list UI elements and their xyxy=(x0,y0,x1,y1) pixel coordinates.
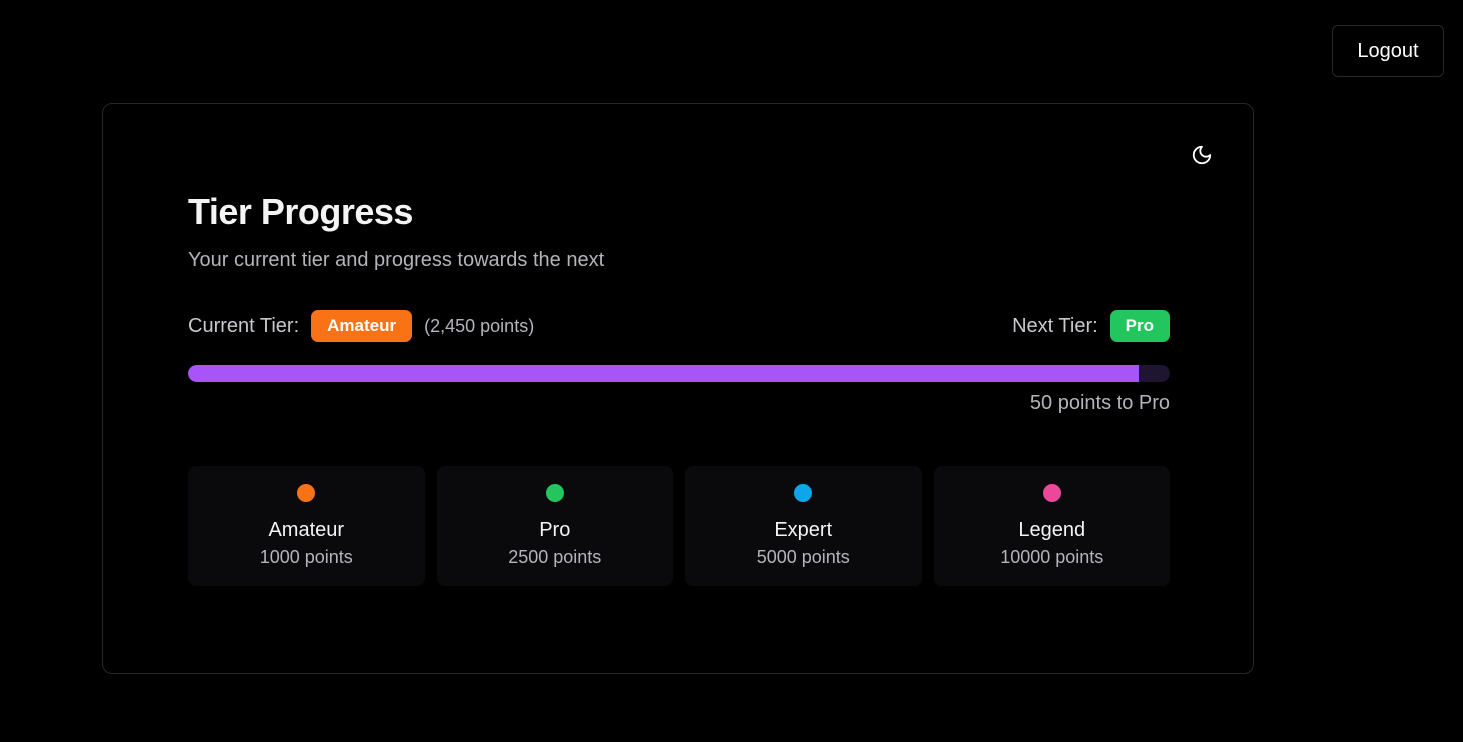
tier-dot-icon xyxy=(297,484,316,502)
tier-points: 10000 points xyxy=(1000,547,1104,567)
tier-progress-fill xyxy=(188,365,1139,382)
theme-toggle-button[interactable] xyxy=(1189,142,1215,168)
next-tier-badge: Pro xyxy=(1109,310,1170,342)
next-tier-group: Next Tier: Pro xyxy=(1012,310,1170,342)
tier-card-expert: Expert 5000 points xyxy=(685,466,922,586)
tier-dot-icon xyxy=(794,484,813,502)
tier-name: Expert xyxy=(774,519,833,541)
current-tier-badge: Amateur xyxy=(311,310,413,342)
moon-icon xyxy=(1192,145,1212,165)
tier-progress-bar xyxy=(188,365,1170,382)
tier-card-amateur: Amateur 1000 points xyxy=(188,466,425,586)
tier-progress-card: Tier Progress Your current tier and prog… xyxy=(102,103,1254,674)
tier-dot-icon xyxy=(1042,484,1061,502)
tier-card-pro: Pro 2500 points xyxy=(436,466,673,586)
points-remaining-text: 50 points to Pro xyxy=(1029,392,1170,414)
tier-points: 5000 points xyxy=(756,547,850,567)
current-points-note: (2,450 points) xyxy=(424,315,535,336)
card-content: Tier Progress Your current tier and prog… xyxy=(188,190,1170,586)
tier-dot-icon xyxy=(545,484,564,502)
tier-points: 2500 points xyxy=(508,547,602,567)
tier-name: Legend xyxy=(1018,519,1086,541)
logout-button[interactable]: Logout xyxy=(1332,25,1444,77)
current-tier-group: Current Tier: Amateur (2,450 points) xyxy=(188,310,534,342)
tier-status-row: Current Tier: Amateur (2,450 points) Nex… xyxy=(188,310,1170,342)
page-title: Tier Progress xyxy=(188,191,413,232)
tier-card-legend: Legend 10000 points xyxy=(933,466,1170,586)
tier-points: 1000 points xyxy=(259,547,353,567)
current-tier-label: Current Tier: xyxy=(188,314,300,337)
page-subtitle: Your current tier and progress towards t… xyxy=(188,249,605,271)
tiers-grid: Amateur 1000 points Pro 2500 points Expe… xyxy=(188,466,1170,586)
next-tier-label: Next Tier: xyxy=(1012,314,1098,337)
tier-name: Pro xyxy=(539,519,571,541)
tier-name: Amateur xyxy=(268,519,345,541)
